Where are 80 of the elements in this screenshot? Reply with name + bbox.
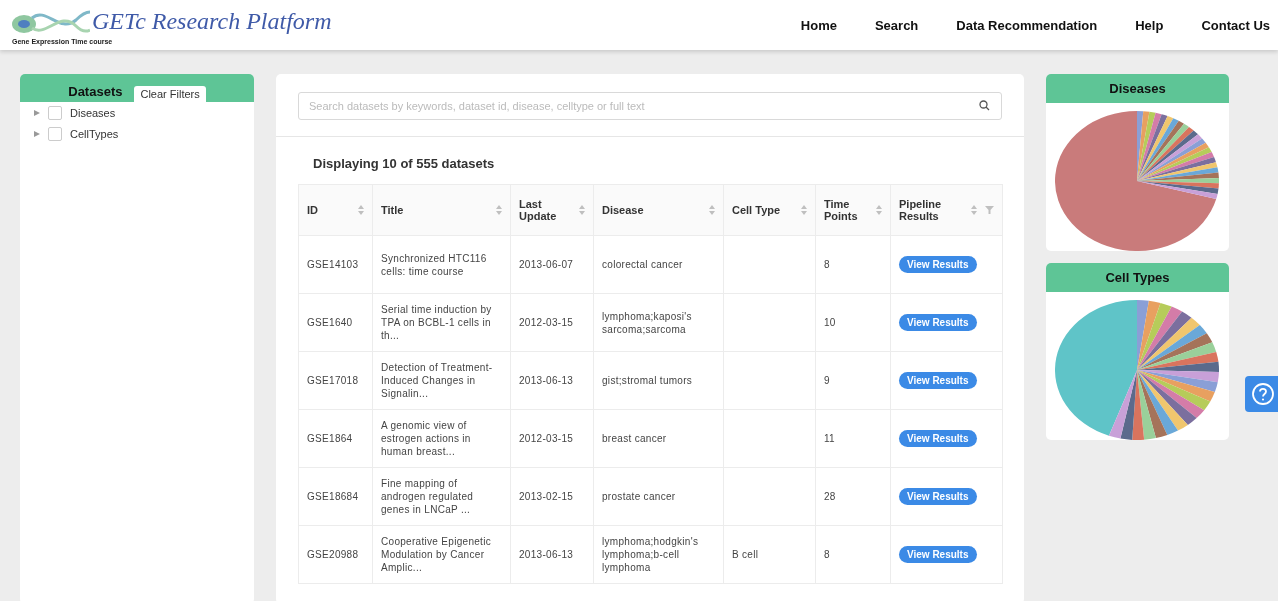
- table-cell: B cell: [732, 549, 759, 560]
- search-field[interactable]: Search datasets by keywords, dataset id, disease, celltype or full text: [298, 92, 1002, 120]
- filter-panel-title: Datasets: [68, 83, 123, 99]
- view-results-button[interactable]: View Results: [899, 256, 977, 273]
- column-title: Title: [381, 204, 404, 216]
- column-header[interactable]: Disease: [593, 184, 724, 236]
- view-results-button[interactable]: View Results: [899, 430, 977, 447]
- table-cell: 2013-06-13: [519, 375, 574, 386]
- table-cell: GSE1864: [307, 433, 353, 444]
- column-header[interactable]: Last Update: [510, 184, 594, 236]
- column-title: Cell Type: [732, 204, 781, 216]
- column-title: Time Points: [824, 198, 859, 222]
- logo-title: GETc Research Platform: [92, 8, 332, 34]
- table-cell: GSE17018: [307, 375, 359, 386]
- nav-link[interactable]: Home: [800, 17, 837, 33]
- table-cell: 11: [824, 433, 835, 444]
- chart-header: Diseases: [1046, 74, 1229, 103]
- table-cell: 2013-02-15: [519, 491, 574, 502]
- table-cell: A genomic view of estrogen actions in human breast...: [381, 420, 471, 457]
- tree-item-label[interactable]: CellTypes: [70, 127, 119, 140]
- table-cell: 2013-06-07: [519, 259, 574, 270]
- table-cell: Cooperative Epigenetic Modulation by Cancer Amplic...: [381, 536, 491, 573]
- table-cell: Synchronized HTC116 cells: time course: [381, 252, 487, 277]
- table-cell: prostate cancer: [602, 491, 676, 502]
- sort-icon[interactable]: [801, 205, 807, 215]
- help-button[interactable]: [1245, 376, 1278, 412]
- column-title: Disease: [602, 204, 644, 216]
- table-cell: 8: [824, 549, 830, 560]
- checkbox[interactable]: [48, 126, 62, 141]
- nav-link[interactable]: Contact Us: [1163, 17, 1270, 33]
- search-icon[interactable]: [979, 100, 990, 111]
- column-header[interactable]: Title: [372, 184, 511, 236]
- column-header[interactable]: Pipeline Results: [890, 184, 1003, 236]
- table-cell: GSE1640: [307, 317, 353, 328]
- table-cell: gist;stromal tumors: [602, 375, 693, 386]
- view-results-button[interactable]: View Results: [899, 314, 977, 331]
- sort-icon[interactable]: [496, 205, 502, 215]
- view-results-button[interactable]: View Results: [899, 372, 977, 389]
- table-cell: GSE18684: [307, 491, 359, 502]
- sort-icon[interactable]: [579, 205, 585, 215]
- table-cell: 2012-03-15: [519, 433, 574, 444]
- nav-link[interactable]: Data Recommendation: [918, 17, 1098, 33]
- table-cell: Serial time induction by TPA on BCBL-1 cells in th...: [381, 304, 492, 341]
- nav-link[interactable]: Search: [836, 17, 919, 33]
- table-cell: breast cancer: [602, 433, 667, 444]
- sort-icon[interactable]: [709, 205, 715, 215]
- nav-link[interactable]: Help: [1097, 17, 1164, 33]
- table-cell: GSE20988: [307, 549, 359, 560]
- table-cell: 2013-06-13: [519, 549, 574, 560]
- caret-icon[interactable]: [34, 130, 40, 137]
- column-title: Pipeline Results: [899, 198, 943, 222]
- filter-icon[interactable]: [985, 206, 994, 214]
- table-cell: 9: [824, 375, 830, 386]
- help-icon: [1251, 382, 1275, 406]
- table-cell: 8: [824, 259, 830, 270]
- results-summary: Displaying 10 of 555 datasets: [312, 155, 496, 173]
- view-results-button[interactable]: View Results: [899, 546, 977, 563]
- column-title: Last Update: [519, 198, 558, 222]
- sort-icon[interactable]: [971, 205, 977, 215]
- table-cell: lymphoma;hodgkin's lymphoma;b-cell lymphoma: [602, 536, 699, 573]
- table-cell: colorectal cancer: [602, 259, 683, 270]
- view-results-button[interactable]: View Results: [899, 488, 977, 505]
- chart-header: Cell Types: [1046, 263, 1229, 292]
- clear-filters-button[interactable]: Clear Filters: [134, 86, 206, 102]
- tree-item-label[interactable]: Diseases: [70, 106, 116, 119]
- column-title: ID: [307, 204, 318, 216]
- table-cell: Fine mapping of androgen regulated genes in LNCaP ...: [381, 478, 474, 515]
- checkbox[interactable]: [48, 105, 62, 120]
- table-cell: GSE14103: [307, 259, 359, 270]
- column-header[interactable]: ID: [298, 184, 373, 236]
- caret-icon[interactable]: [34, 109, 40, 116]
- table-cell: lymphoma;kaposi's sarcoma;sarcoma: [602, 310, 692, 335]
- table-cell: 28: [824, 491, 836, 502]
- table-cell: 10: [824, 317, 836, 328]
- sort-icon[interactable]: [876, 205, 882, 215]
- table-cell: Detection of Treatment-Induced Changes in Signalin...: [381, 362, 493, 399]
- table-cell: 2012-03-15: [519, 317, 574, 328]
- column-header[interactable]: Time Points: [815, 184, 891, 236]
- sort-icon[interactable]: [358, 205, 364, 215]
- column-header[interactable]: Cell Type: [723, 184, 816, 236]
